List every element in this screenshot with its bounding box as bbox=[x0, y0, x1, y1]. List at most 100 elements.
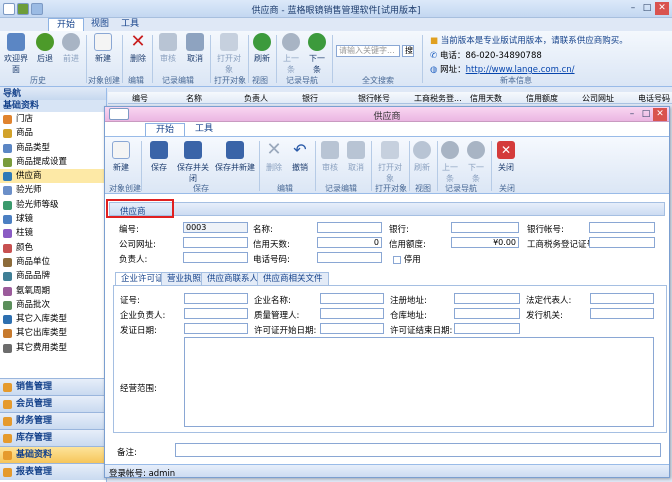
next-record-button[interactable]: 下一条 bbox=[306, 33, 328, 75]
nav-item[interactable]: 验光师等级 bbox=[0, 198, 106, 212]
lic-quality-field[interactable] bbox=[320, 308, 384, 319]
website-link[interactable]: http://www.lange.com.cn/ bbox=[466, 65, 575, 75]
name-field[interactable] bbox=[317, 222, 382, 233]
lic-company-field[interactable] bbox=[320, 293, 384, 304]
search-button[interactable]: 搜 bbox=[402, 45, 414, 57]
nav-item[interactable]: 验光师 bbox=[0, 183, 106, 197]
inner-tab-start[interactable]: 开始 bbox=[145, 123, 186, 136]
nav-group[interactable]: 库存管理 bbox=[0, 429, 106, 446]
col-limit[interactable]: 信用额度 bbox=[526, 93, 558, 104]
inner-next-button[interactable]: 下一条 bbox=[465, 141, 487, 184]
nav-item[interactable]: 门店 bbox=[0, 112, 106, 126]
undo-button[interactable]: ↶ 撤销 bbox=[289, 141, 311, 173]
col-account[interactable]: 银行帐号 bbox=[358, 93, 390, 104]
nav-item[interactable]: 商品 bbox=[0, 126, 106, 140]
minimize-button[interactable]: – bbox=[626, 2, 640, 15]
lic-legal-field[interactable] bbox=[590, 293, 654, 304]
save-close-button[interactable]: 保存并关闭 bbox=[175, 141, 211, 184]
inner-refresh-button[interactable]: 刷新 bbox=[411, 141, 433, 173]
lic-warehouse-field[interactable] bbox=[454, 308, 520, 319]
col-bank[interactable]: 银行 bbox=[302, 93, 318, 104]
delete-button[interactable]: ✕ 删除 bbox=[127, 33, 149, 64]
days-field[interactable]: 0 bbox=[317, 237, 382, 248]
window-close-button[interactable]: ✕ bbox=[653, 108, 667, 121]
window-minimize-button[interactable]: – bbox=[625, 108, 639, 121]
welcome-button[interactable]: 欢迎界面 bbox=[2, 33, 30, 75]
website-field[interactable] bbox=[183, 237, 248, 248]
nav-item[interactable]: 氨氧周期 bbox=[0, 284, 106, 298]
tab-start[interactable]: 开始 bbox=[48, 18, 85, 32]
subtab-contacts[interactable]: 供应商联系人 bbox=[201, 272, 265, 285]
nav-item[interactable]: 商品品牌 bbox=[0, 269, 106, 283]
tab-tools[interactable]: 工具 bbox=[113, 18, 147, 32]
col-code[interactable]: 编号 bbox=[132, 93, 148, 104]
inner-delete-button[interactable]: ✕ 删除 bbox=[263, 141, 285, 173]
inner-prev-button[interactable]: 上一条 bbox=[439, 141, 461, 184]
lic-issuer-field[interactable] bbox=[590, 308, 654, 319]
license-panel: 证号: 企业名称: 注册地址: 法定代表人: 企业负责人: 质量管理人: 仓库地… bbox=[113, 285, 667, 433]
inner-open-object-button[interactable]: 打开对象 bbox=[375, 141, 405, 184]
lic-scope-field[interactable] bbox=[184, 337, 654, 427]
remark-field[interactable] bbox=[175, 443, 661, 457]
lic-issue-date-field[interactable] bbox=[184, 323, 248, 334]
nav-group[interactable]: 会员管理 bbox=[0, 395, 106, 412]
lic-addr-field[interactable] bbox=[454, 293, 520, 304]
nav-item[interactable]: 其它费用类型 bbox=[0, 341, 106, 355]
nav-item[interactable]: 其它入库类型 bbox=[0, 312, 106, 326]
person-field[interactable] bbox=[183, 252, 248, 263]
col-days[interactable]: 信用天数 bbox=[470, 93, 502, 104]
inner-approve-button[interactable]: 审核 bbox=[319, 141, 341, 173]
nav-item[interactable]: 其它出库类型 bbox=[0, 326, 106, 340]
col-tax[interactable]: 工商税务登... bbox=[414, 93, 462, 104]
col-tel[interactable]: 电话号码 bbox=[638, 93, 670, 104]
col-person[interactable]: 负责人 bbox=[244, 93, 268, 104]
lic-owner-field[interactable] bbox=[184, 308, 248, 319]
lic-no-field[interactable] bbox=[184, 293, 248, 304]
lic-start-field[interactable] bbox=[320, 323, 384, 334]
tel-field[interactable] bbox=[317, 252, 382, 263]
nav-item[interactable]: 球镜 bbox=[0, 212, 106, 226]
nav-section[interactable]: 基础资料 bbox=[0, 100, 106, 112]
disabled-checkbox[interactable]: 停用 bbox=[393, 253, 421, 265]
inner-cancel-button[interactable]: 取消 bbox=[345, 141, 367, 173]
tax-field[interactable] bbox=[589, 237, 655, 248]
prev-record-button[interactable]: 上一条 bbox=[280, 33, 302, 75]
new-button[interactable]: 新建 bbox=[92, 33, 114, 64]
nav-group[interactable]: 报表管理 bbox=[0, 463, 106, 480]
inner-tab-tools[interactable]: 工具 bbox=[185, 123, 223, 136]
nav-item[interactable]: 供应商 bbox=[0, 169, 106, 184]
account-field[interactable] bbox=[589, 222, 655, 233]
forward-button[interactable]: 前进 bbox=[60, 33, 82, 64]
approve-button[interactable]: 审核 bbox=[157, 33, 179, 64]
nav-item[interactable]: 商品提成设置 bbox=[0, 155, 106, 169]
nav-group[interactable]: 基础资料 bbox=[0, 446, 106, 463]
subtab-files[interactable]: 供应商相关文件 bbox=[257, 272, 329, 285]
nav-group[interactable]: 财务管理 bbox=[0, 412, 106, 429]
nav-item[interactable]: 商品类型 bbox=[0, 141, 106, 155]
code-field[interactable]: 0003 bbox=[183, 222, 248, 233]
refresh-button[interactable]: 刷新 bbox=[252, 33, 272, 64]
inner-close-button[interactable]: ✕ 关闭 bbox=[495, 141, 517, 173]
nav-group[interactable]: 销售管理 bbox=[0, 378, 106, 395]
limit-field[interactable]: ¥0.00 bbox=[451, 237, 519, 248]
bank-field[interactable] bbox=[451, 222, 519, 233]
maximize-button[interactable]: □ bbox=[640, 2, 654, 15]
nav-item[interactable]: 商品单位 bbox=[0, 255, 106, 269]
col-name[interactable]: 名称 bbox=[186, 93, 202, 104]
save-button[interactable]: 保存 bbox=[147, 141, 171, 173]
window-maximize-button[interactable]: □ bbox=[639, 108, 653, 121]
lic-end-field[interactable] bbox=[454, 323, 520, 334]
nav-item[interactable]: 商品批次 bbox=[0, 298, 106, 312]
nav-item[interactable]: 柱镜 bbox=[0, 226, 106, 240]
nav-item[interactable]: 颜色 bbox=[0, 241, 106, 255]
tab-view[interactable]: 视图 bbox=[83, 18, 117, 32]
open-object-button[interactable]: 打开对象 bbox=[214, 33, 244, 75]
nav-item-icon bbox=[3, 343, 12, 353]
cancel-button[interactable]: 取消 bbox=[184, 33, 206, 64]
search-input[interactable]: 请输入关键字... bbox=[336, 45, 400, 57]
save-new-button[interactable]: 保存并新建 bbox=[215, 141, 255, 173]
back-button[interactable]: 后退 bbox=[34, 33, 56, 64]
close-button[interactable]: ✕ bbox=[655, 2, 669, 15]
inner-new-button[interactable]: 新建 bbox=[109, 141, 133, 173]
col-website[interactable]: 公司网址 bbox=[582, 93, 614, 104]
